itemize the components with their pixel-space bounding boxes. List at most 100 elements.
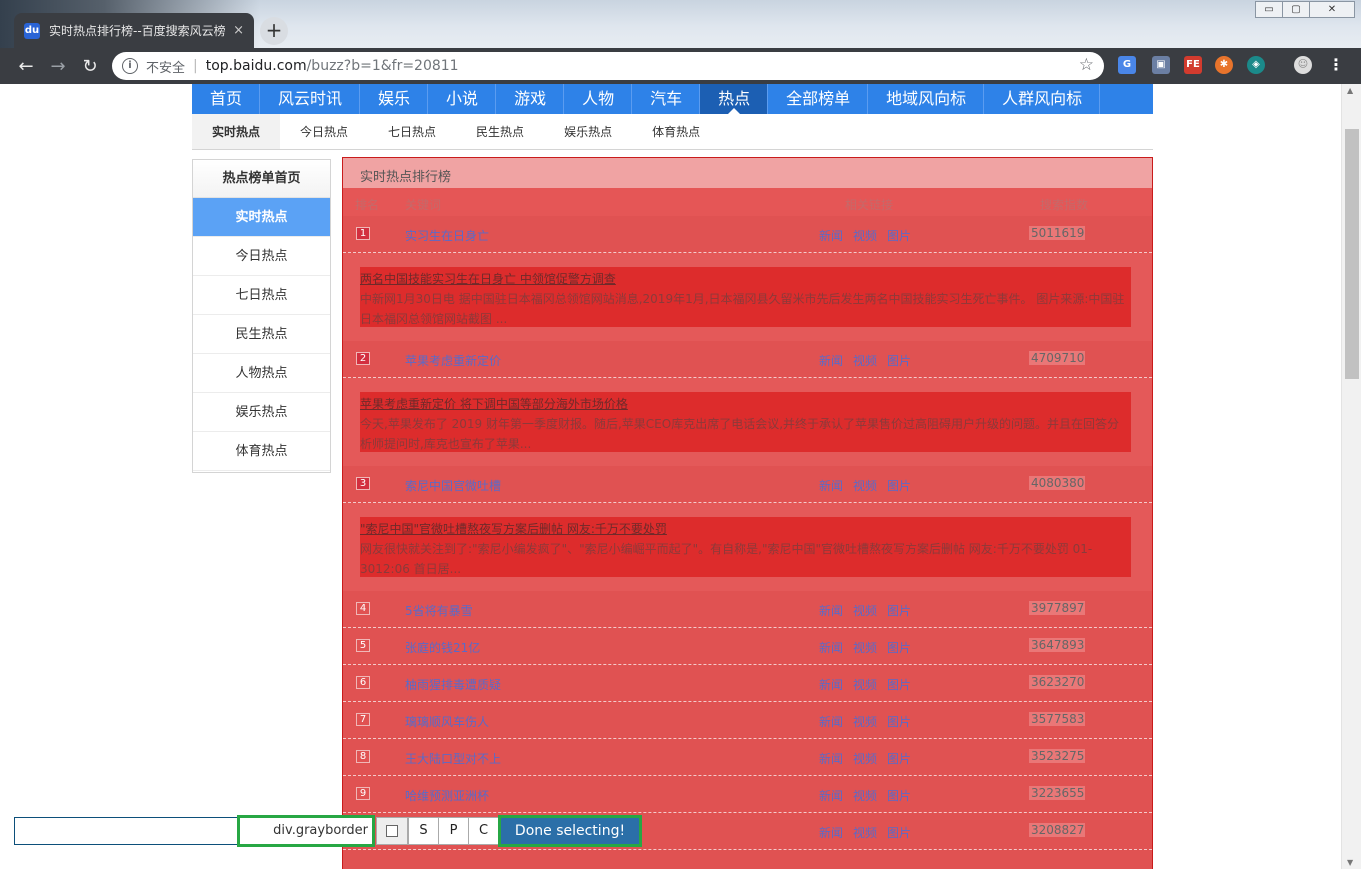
sidebar-item[interactable]: 民生热点 — [193, 315, 330, 354]
keyword-link[interactable]: 璃璃顺风车伤人 — [405, 713, 489, 730]
keyword-link[interactable]: 索尼中国官微吐槽 — [405, 477, 501, 494]
news-link[interactable]: 新闻 — [819, 826, 843, 840]
keyword-link[interactable]: 苹果考虑重新定价 — [405, 352, 501, 369]
video-link[interactable]: 视频 — [853, 715, 877, 729]
new-tab-button[interactable]: + — [260, 17, 288, 45]
news-headline-link[interactable]: 苹果考虑重新定价 将下调中国等部分海外市场价格 — [360, 394, 1131, 414]
nav-item[interactable]: 人物 — [564, 84, 633, 114]
video-link[interactable]: 视频 — [853, 678, 877, 692]
sidebar-item[interactable]: 今日热点 — [193, 237, 330, 276]
news-link[interactable]: 新闻 — [819, 789, 843, 803]
done-selecting-button[interactable]: Done selecting! — [498, 815, 642, 847]
subnav-item[interactable]: 体育热点 — [632, 114, 720, 149]
video-link[interactable]: 视频 — [853, 789, 877, 803]
nav-item[interactable]: 全部榜单 — [768, 84, 869, 114]
fe-extension-icon[interactable]: FE — [1184, 56, 1202, 74]
gadget-c-button[interactable]: C — [468, 817, 499, 845]
page-scrollbar[interactable]: ▲ ▼ — [1341, 84, 1361, 869]
orange-extension-icon[interactable]: ✱ — [1215, 56, 1233, 74]
image-link[interactable]: 图片 — [887, 752, 911, 766]
image-link[interactable]: 图片 — [887, 826, 911, 840]
sidebar-item[interactable]: 七日热点 — [193, 276, 330, 315]
baidu-favicon-icon: du — [24, 22, 40, 39]
sidebar-item-active[interactable]: 实时热点 — [193, 198, 330, 237]
news-link[interactable]: 新闻 — [819, 715, 843, 729]
address-bar[interactable]: i 不安全 | top.baidu.com /buzz?b=1&fr=20811… — [112, 52, 1104, 80]
news-headline-link[interactable]: 两名中国技能实习生在日身亡 中领馆促警方调查 — [360, 269, 1131, 289]
scroll-thumb[interactable] — [1345, 129, 1359, 379]
table-row: 5 张庭的钱21亿 新闻 视频 图片 3647893 — [343, 628, 1152, 665]
image-link[interactable]: 图片 — [887, 678, 911, 692]
translate-extension-icon[interactable]: G — [1118, 56, 1136, 74]
subnav-item-active[interactable]: 实时热点 — [192, 114, 281, 149]
reload-icon[interactable]: ↻ — [74, 56, 106, 77]
nav-item[interactable]: 地域风向标 — [868, 84, 985, 114]
keyword-link[interactable]: 张庭的钱21亿 — [405, 639, 480, 656]
gadget-checkbox[interactable] — [376, 817, 408, 845]
news-link[interactable]: 新闻 — [819, 641, 843, 655]
news-link[interactable]: 新闻 — [819, 229, 843, 243]
video-link[interactable]: 视频 — [853, 354, 877, 368]
news-link[interactable]: 新闻 — [819, 678, 843, 692]
keyword-link[interactable]: 王大陆口型对不上 — [405, 750, 501, 767]
minimize-button[interactable]: ▭ — [1255, 1, 1283, 18]
sidebar-header[interactable]: 热点榜单首页 — [193, 160, 330, 198]
address-separator: | — [193, 58, 198, 74]
image-link[interactable]: 图片 — [887, 604, 911, 618]
info-icon[interactable]: i — [122, 58, 138, 74]
news-link[interactable]: 新闻 — [819, 752, 843, 766]
keyword-link[interactable]: 5省将有暴雪 — [405, 602, 473, 619]
video-link[interactable]: 视频 — [853, 479, 877, 493]
video-link[interactable]: 视频 — [853, 604, 877, 618]
sidebar-item[interactable]: 人物热点 — [193, 354, 330, 393]
tab-close-icon[interactable]: × — [233, 23, 244, 38]
scroll-up-icon[interactable]: ▲ — [1347, 86, 1353, 95]
nav-item[interactable]: 小说 — [428, 84, 497, 114]
subnav-item[interactable]: 今日热点 — [280, 114, 368, 149]
video-link[interactable]: 视频 — [853, 229, 877, 243]
bookmark-star-icon[interactable]: ☆ — [1079, 55, 1094, 75]
nav-item[interactable]: 游戏 — [496, 84, 565, 114]
scroll-down-icon[interactable]: ▼ — [1347, 858, 1353, 867]
nav-item[interactable]: 汽车 — [632, 84, 701, 114]
video-link[interactable]: 视频 — [853, 641, 877, 655]
image-link[interactable]: 图片 — [887, 354, 911, 368]
css-selector-field[interactable]: div.grayborder — [237, 815, 375, 847]
gadget-s-button[interactable]: S — [408, 817, 439, 845]
menu-kebab-icon[interactable]: ⋮ — [1327, 56, 1345, 74]
maximize-button[interactable]: ▢ — [1282, 1, 1310, 18]
keyword-link[interactable]: 柚雨猩排毒遭质疑 — [405, 676, 501, 693]
keyword-link[interactable]: 哈维预测亚洲杯 — [405, 787, 489, 804]
sidebar-item[interactable]: 娱乐热点 — [193, 393, 330, 432]
video-link[interactable]: 视频 — [853, 826, 877, 840]
image-link[interactable]: 图片 — [887, 641, 911, 655]
save-extension-icon[interactable]: ▣ — [1152, 56, 1170, 74]
news-link[interactable]: 新闻 — [819, 354, 843, 368]
news-link[interactable]: 新闻 — [819, 479, 843, 493]
back-arrow-icon[interactable]: ← — [10, 56, 42, 77]
subnav-item[interactable]: 七日热点 — [368, 114, 456, 149]
nav-item-active[interactable]: 热点 — [700, 84, 769, 114]
nav-item[interactable]: 人群风向标 — [984, 84, 1101, 114]
sidebar-item[interactable]: 体育热点 — [193, 432, 330, 471]
subnav-item[interactable]: 娱乐热点 — [544, 114, 632, 149]
subnav-item[interactable]: 民生热点 — [456, 114, 544, 149]
news-link[interactable]: 新闻 — [819, 604, 843, 618]
ranking-panel-highlighted[interactable]: 实时热点排行榜 排名 关键词 相关链接 搜索指数 1 实习生在日身亡 新闻 视频 图片 5… — [342, 157, 1153, 869]
image-link[interactable]: 图片 — [887, 479, 911, 493]
image-link[interactable]: 图片 — [887, 229, 911, 243]
nav-item[interactable]: 风云时讯 — [260, 84, 361, 114]
news-headline-link[interactable]: "索尼中国"官微吐槽熬夜写方案后删帖 网友:千万不要处罚 — [360, 519, 1131, 539]
nav-item[interactable]: 首页 — [192, 84, 261, 114]
profile-avatar-icon[interactable]: ☺ — [1294, 56, 1312, 74]
image-link[interactable]: 图片 — [887, 789, 911, 803]
keyword-link[interactable]: 实习生在日身亡 — [405, 227, 489, 244]
video-link[interactable]: 视频 — [853, 752, 877, 766]
gadget-p-button[interactable]: P — [438, 817, 469, 845]
nav-item[interactable]: 娱乐 — [360, 84, 429, 114]
image-link[interactable]: 图片 — [887, 715, 911, 729]
close-window-button[interactable]: ✕ — [1309, 1, 1355, 18]
teal-extension-icon[interactable]: ◈ — [1247, 56, 1265, 74]
browser-tab[interactable]: du 实时热点排行榜--百度搜索风云榜 × — [14, 13, 254, 48]
forward-arrow-icon[interactable]: → — [42, 56, 74, 77]
